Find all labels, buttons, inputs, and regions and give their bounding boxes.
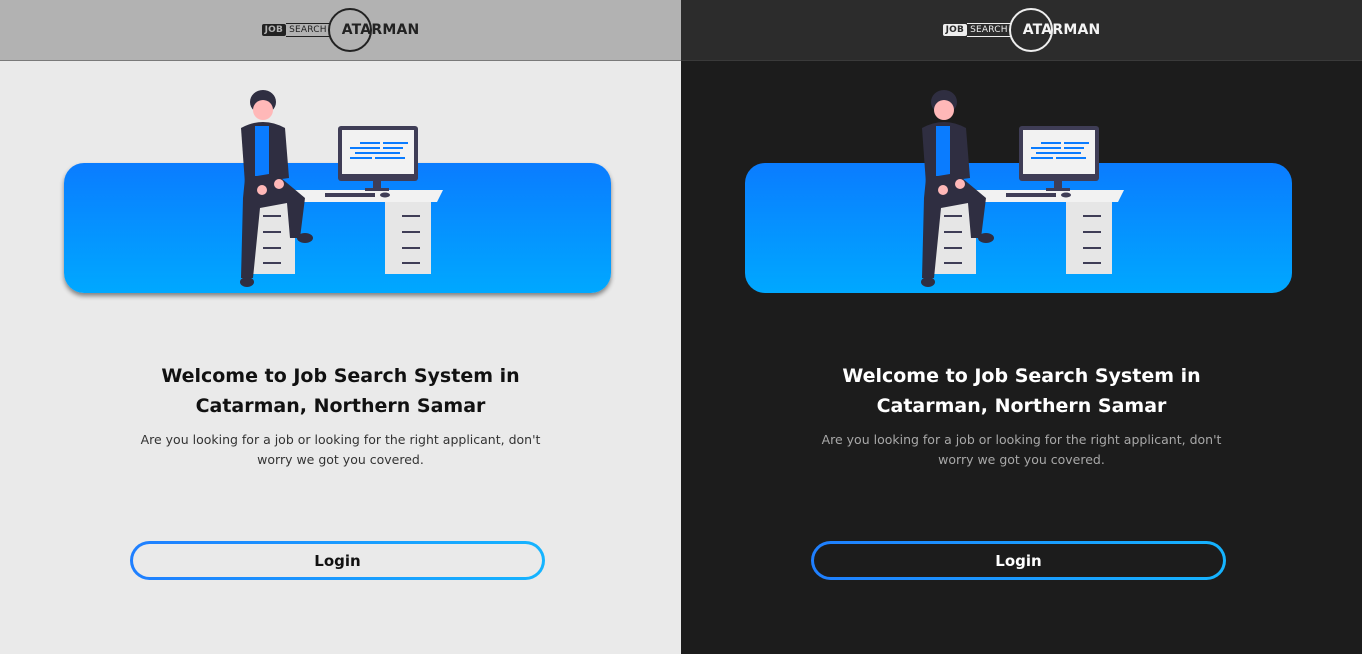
welcome-subtitle: Are you looking for a job or looking for… [140,432,541,467]
logo-c-ring [327,8,372,52]
login-button-label: Login [133,544,542,577]
brand-logo[interactable]: JOB SEARCH ATARMAN [942,8,1101,52]
welcome-title: Welcome to Job Search System in Catarman… [842,365,1201,417]
person-at-desk-illustration [240,90,443,287]
header-bar: JOB SEARCH ATARMAN [0,0,681,61]
person-at-desk-illustration [921,90,1124,287]
logo-job-text: JOB [261,24,287,36]
login-button-label: Login [814,544,1223,577]
logo-c-ring [1008,8,1053,52]
welcome-title: Welcome to Job Search System in Catarman… [161,365,520,417]
login-button[interactable]: Login [811,541,1226,580]
brand-logo[interactable]: JOB SEARCH ATARMAN [261,8,420,52]
welcome-subtitle: Are you looking for a job or looking for… [821,432,1222,467]
logo-search-text: SEARCH [967,23,1011,37]
light-theme-panel: JOB SEARCH ATARMAN Welcome to Job Search… [0,0,681,654]
logo-search-text: SEARCH [286,23,330,37]
header-bar: JOB SEARCH ATARMAN [681,0,1362,61]
login-button[interactable]: Login [130,541,545,580]
logo-job-text: JOB [942,24,968,36]
dark-theme-panel: JOB SEARCH ATARMAN Welcome to Job Search… [681,0,1362,654]
